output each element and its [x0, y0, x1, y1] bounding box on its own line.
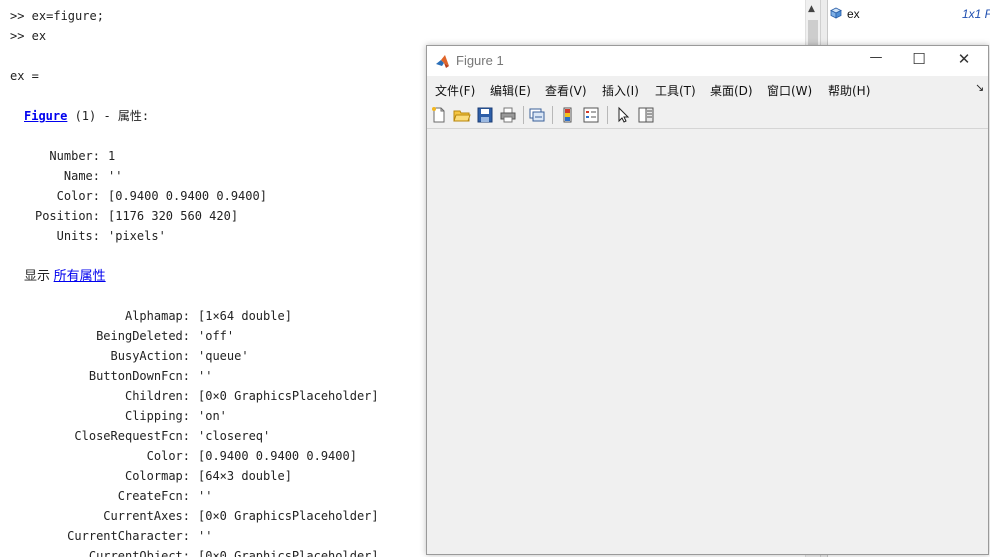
menu-window[interactable]: 窗口(W)	[767, 82, 812, 99]
property-value: [0.9400 0.9400 0.9400]	[198, 449, 357, 463]
figure-window[interactable]: Figure 1 — ☐ ✕ 文件(F) 编辑(E) 查看(V) 插入(I) 工…	[426, 45, 989, 555]
property-value: 'pixels'	[108, 229, 166, 243]
dock-icon[interactable]: ↘	[975, 81, 984, 94]
colorbar-icon[interactable]	[559, 106, 577, 124]
property-value: ''	[198, 489, 213, 503]
property-name: CreateFcn:	[117, 489, 190, 503]
property-value: [0×0 GraphicsPlaceholder]	[198, 509, 379, 523]
property-value: 'on'	[198, 409, 227, 423]
legend-icon[interactable]	[582, 106, 600, 124]
figure-doc-link[interactable]: Figure	[24, 109, 67, 123]
link-figure-icon[interactable]	[528, 106, 546, 124]
figure-title: Figure 1	[456, 53, 504, 68]
property-value: [1×64 double]	[198, 309, 292, 323]
close-icon[interactable]: ✕	[944, 50, 984, 72]
property-name: BusyAction:	[110, 349, 190, 363]
property-value: 1	[108, 149, 116, 163]
property-value: 'off'	[198, 329, 235, 343]
workspace-var-name: ex	[847, 7, 860, 21]
property-name: Children:	[124, 389, 190, 403]
menu-view[interactable]: 查看(V)	[545, 82, 587, 99]
property-name: CurrentAxes:	[103, 509, 190, 523]
edit-plot-cursor-icon[interactable]	[614, 106, 632, 124]
figure-toolbar	[427, 102, 988, 129]
cmd-line-1: >> ex=figure;	[10, 9, 104, 23]
toolbar-separator	[523, 106, 524, 124]
figure-heading-rest: (1) - 属性:	[67, 109, 150, 123]
property-name: CurrentObject:	[88, 549, 190, 557]
figure-titlebar[interactable]: Figure 1 — ☐ ✕	[427, 46, 988, 76]
property-name: Number:	[49, 149, 100, 163]
property-name: BeingDeleted:	[96, 329, 190, 343]
toolbar-separator	[552, 106, 553, 124]
property-value: [0×0 GraphicsPlaceholder]	[198, 549, 379, 557]
open-file-icon[interactable]	[453, 106, 471, 124]
property-value: [64×3 double]	[198, 469, 292, 483]
show-all-line: 显示 所有属性	[24, 268, 106, 284]
figure-menubar: 文件(F) 编辑(E) 查看(V) 插入(I) 工具(T) 桌面(D) 窗口(W…	[427, 77, 988, 101]
property-value: [0×0 GraphicsPlaceholder]	[198, 389, 379, 403]
property-name: Units:	[56, 229, 100, 243]
property-name: Color:	[146, 449, 190, 463]
minimize-icon[interactable]: —	[856, 50, 896, 72]
property-value: ''	[198, 529, 213, 543]
matlab-logo-icon	[435, 54, 450, 69]
property-value: ''	[198, 369, 213, 383]
figure-canvas[interactable]	[427, 129, 988, 554]
scroll-up-icon[interactable]: ▲	[808, 4, 815, 14]
property-name: CurrentCharacter:	[67, 529, 190, 543]
new-figure-icon[interactable]	[430, 106, 448, 124]
show-label: 显示	[24, 268, 54, 283]
property-value: [0.9400 0.9400 0.9400]	[108, 189, 267, 203]
print-icon[interactable]	[499, 106, 517, 124]
property-value: ''	[108, 169, 123, 183]
maximize-icon[interactable]: ☐	[899, 50, 939, 72]
property-editor-icon[interactable]	[637, 106, 655, 124]
cmd-line-2: >> ex	[10, 29, 47, 43]
figure-heading: Figure (1) - 属性:	[24, 108, 149, 124]
menu-file[interactable]: 文件(F)	[435, 82, 475, 99]
property-name: Color:	[56, 189, 100, 203]
menu-tools[interactable]: 工具(T)	[655, 82, 696, 99]
workspace-var-value: 1x1 F	[962, 7, 990, 21]
property-name: ButtonDownFcn:	[88, 369, 190, 383]
property-name: CloseRequestFcn:	[74, 429, 190, 443]
workspace-row[interactable]: ex 1x1 F	[828, 4, 990, 24]
menu-edit[interactable]: 编辑(E)	[490, 82, 531, 99]
cmd-line-3: ex =	[10, 69, 39, 83]
property-name: Clipping:	[124, 409, 190, 423]
property-name: Name:	[63, 169, 100, 183]
menu-insert[interactable]: 插入(I)	[602, 82, 639, 99]
property-value: [1176 320 560 420]	[108, 209, 239, 223]
variable-cube-icon	[830, 7, 842, 19]
toolbar-separator	[607, 106, 608, 124]
all-properties-link[interactable]: 所有属性	[54, 268, 106, 283]
menu-desktop[interactable]: 桌面(D)	[710, 82, 753, 99]
property-name: Colormap:	[124, 469, 190, 483]
property-name: Alphamap:	[124, 309, 190, 323]
save-icon[interactable]	[476, 106, 494, 124]
property-value: 'closereq'	[198, 429, 271, 443]
property-value: 'queue'	[198, 349, 249, 363]
menu-help[interactable]: 帮助(H)	[828, 82, 870, 99]
property-name: Position:	[34, 209, 100, 223]
